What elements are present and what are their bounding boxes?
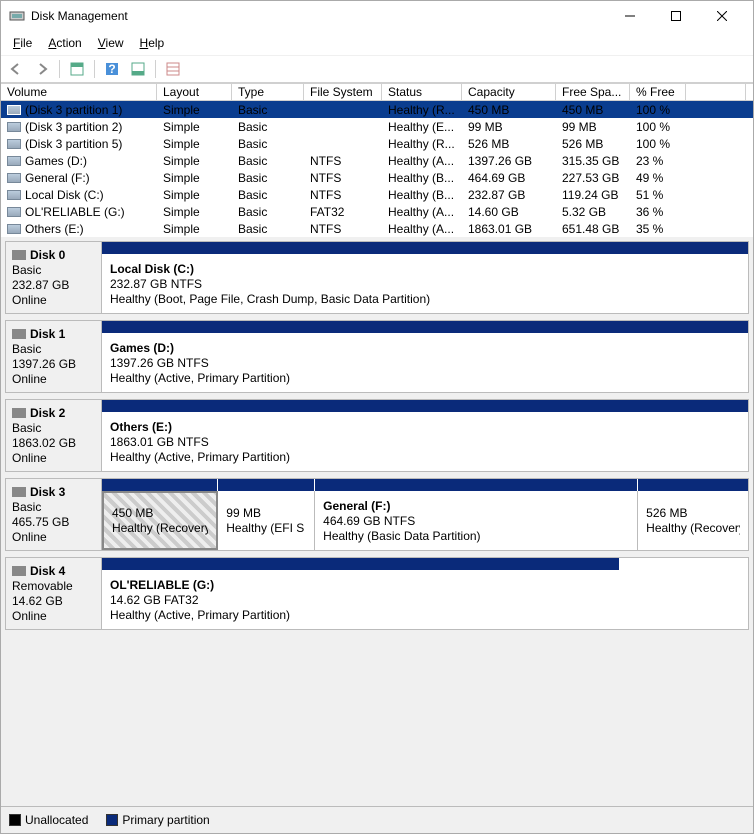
disk-block: Disk 0Basic232.87 GBOnlineLocal Disk (C:… — [5, 241, 749, 314]
disk-block: Disk 2Basic1863.02 GBOnlineOthers (E:)18… — [5, 399, 749, 472]
list-view-button[interactable] — [162, 58, 184, 80]
volume-row[interactable]: Local Disk (C:)SimpleBasicNTFSHealthy (B… — [1, 186, 753, 203]
disk-block: Disk 3Basic465.75 GBOnline450 MBHealthy … — [5, 478, 749, 551]
volume-icon — [7, 173, 21, 183]
app-icon — [9, 8, 25, 24]
menu-file[interactable]: File — [5, 33, 40, 53]
volume-icon — [7, 122, 21, 132]
legend: Unallocated Primary partition — [1, 806, 753, 833]
toolbar-separator — [59, 60, 60, 78]
partition[interactable]: Others (E:)1863.01 GB NTFSHealthy (Activ… — [102, 412, 748, 471]
svg-text:?: ? — [108, 62, 115, 76]
partition[interactable]: 99 MBHealthy (EFI S — [218, 491, 315, 550]
volume-icon — [7, 105, 21, 115]
maximize-button[interactable] — [653, 1, 699, 31]
disk-label: Disk 0Basic232.87 GBOnline — [6, 242, 102, 313]
disk-icon — [12, 329, 26, 339]
forward-button[interactable] — [31, 58, 53, 80]
toolbar: ? — [1, 55, 753, 83]
column-header[interactable] — [686, 84, 746, 100]
window-title: Disk Management — [31, 9, 607, 23]
volume-row[interactable]: Others (E:)SimpleBasicNTFSHealthy (A...1… — [1, 220, 753, 237]
volume-row[interactable]: (Disk 3 partition 1)SimpleBasicHealthy (… — [1, 101, 753, 118]
close-button[interactable] — [699, 1, 745, 31]
disk-label: Disk 1Basic1397.26 GBOnline — [6, 321, 102, 392]
volume-row[interactable]: (Disk 3 partition 2)SimpleBasicHealthy (… — [1, 118, 753, 135]
partition[interactable]: Games (D:)1397.26 GB NTFSHealthy (Active… — [102, 333, 748, 392]
disk-block: Disk 4Removable14.62 GBOnlineOL'RELIABLE… — [5, 557, 749, 630]
partition[interactable]: General (F:)464.69 GB NTFSHealthy (Basic… — [315, 491, 638, 550]
column-header[interactable]: File System — [304, 84, 382, 100]
column-header[interactable]: % Free — [630, 84, 686, 100]
menu-action[interactable]: Action — [40, 33, 89, 53]
volume-row[interactable]: (Disk 3 partition 5)SimpleBasicHealthy (… — [1, 135, 753, 152]
volume-icon — [7, 190, 21, 200]
view-bottom-button[interactable] — [127, 58, 149, 80]
column-header[interactable]: Layout — [157, 84, 232, 100]
disk-label: Disk 4Removable14.62 GBOnline — [6, 558, 102, 629]
partition[interactable]: 526 MBHealthy (Recovery P — [638, 491, 748, 550]
partition[interactable]: Local Disk (C:)232.87 GB NTFSHealthy (Bo… — [102, 254, 748, 313]
column-header[interactable]: Capacity — [462, 84, 556, 100]
disk-pane: Disk 0Basic232.87 GBOnlineLocal Disk (C:… — [1, 237, 753, 806]
column-header[interactable]: Type — [232, 84, 304, 100]
disk-label: Disk 2Basic1863.02 GBOnline — [6, 400, 102, 471]
column-header[interactable]: Status — [382, 84, 462, 100]
column-headers: VolumeLayoutTypeFile SystemStatusCapacit… — [1, 84, 753, 101]
legend-primary: Primary partition — [106, 813, 209, 827]
volume-list: VolumeLayoutTypeFile SystemStatusCapacit… — [1, 83, 753, 237]
title-bar: Disk Management — [1, 1, 753, 31]
partition[interactable]: 450 MBHealthy (Recovery P — [102, 491, 218, 550]
disk-label: Disk 3Basic465.75 GBOnline — [6, 479, 102, 550]
back-button[interactable] — [5, 58, 27, 80]
disk-icon — [12, 250, 26, 260]
view-top-button[interactable] — [66, 58, 88, 80]
volume-row[interactable]: General (F:)SimpleBasicNTFSHealthy (B...… — [1, 169, 753, 186]
column-header[interactable]: Volume — [1, 84, 157, 100]
toolbar-separator — [94, 60, 95, 78]
column-header[interactable]: Free Spa... — [556, 84, 630, 100]
volume-row[interactable]: Games (D:)SimpleBasicNTFSHealthy (A...13… — [1, 152, 753, 169]
disk-icon — [12, 487, 26, 497]
minimize-button[interactable] — [607, 1, 653, 31]
volume-icon — [7, 156, 21, 166]
help-button[interactable]: ? — [101, 58, 123, 80]
volume-row[interactable]: OL'RELIABLE (G:)SimpleBasicFAT32Healthy … — [1, 203, 753, 220]
menu-help[interactable]: Help — [132, 33, 173, 53]
menu-view[interactable]: View — [90, 33, 132, 53]
volume-icon — [7, 224, 21, 234]
volume-icon — [7, 207, 21, 217]
volume-icon — [7, 139, 21, 149]
legend-unallocated: Unallocated — [9, 813, 88, 827]
partition[interactable]: OL'RELIABLE (G:)14.62 GB FAT32Healthy (A… — [102, 570, 619, 629]
menu-bar: File Action View Help — [1, 31, 753, 55]
disk-block: Disk 1Basic1397.26 GBOnlineGames (D:)139… — [5, 320, 749, 393]
disk-icon — [12, 566, 26, 576]
toolbar-separator — [155, 60, 156, 78]
disk-icon — [12, 408, 26, 418]
